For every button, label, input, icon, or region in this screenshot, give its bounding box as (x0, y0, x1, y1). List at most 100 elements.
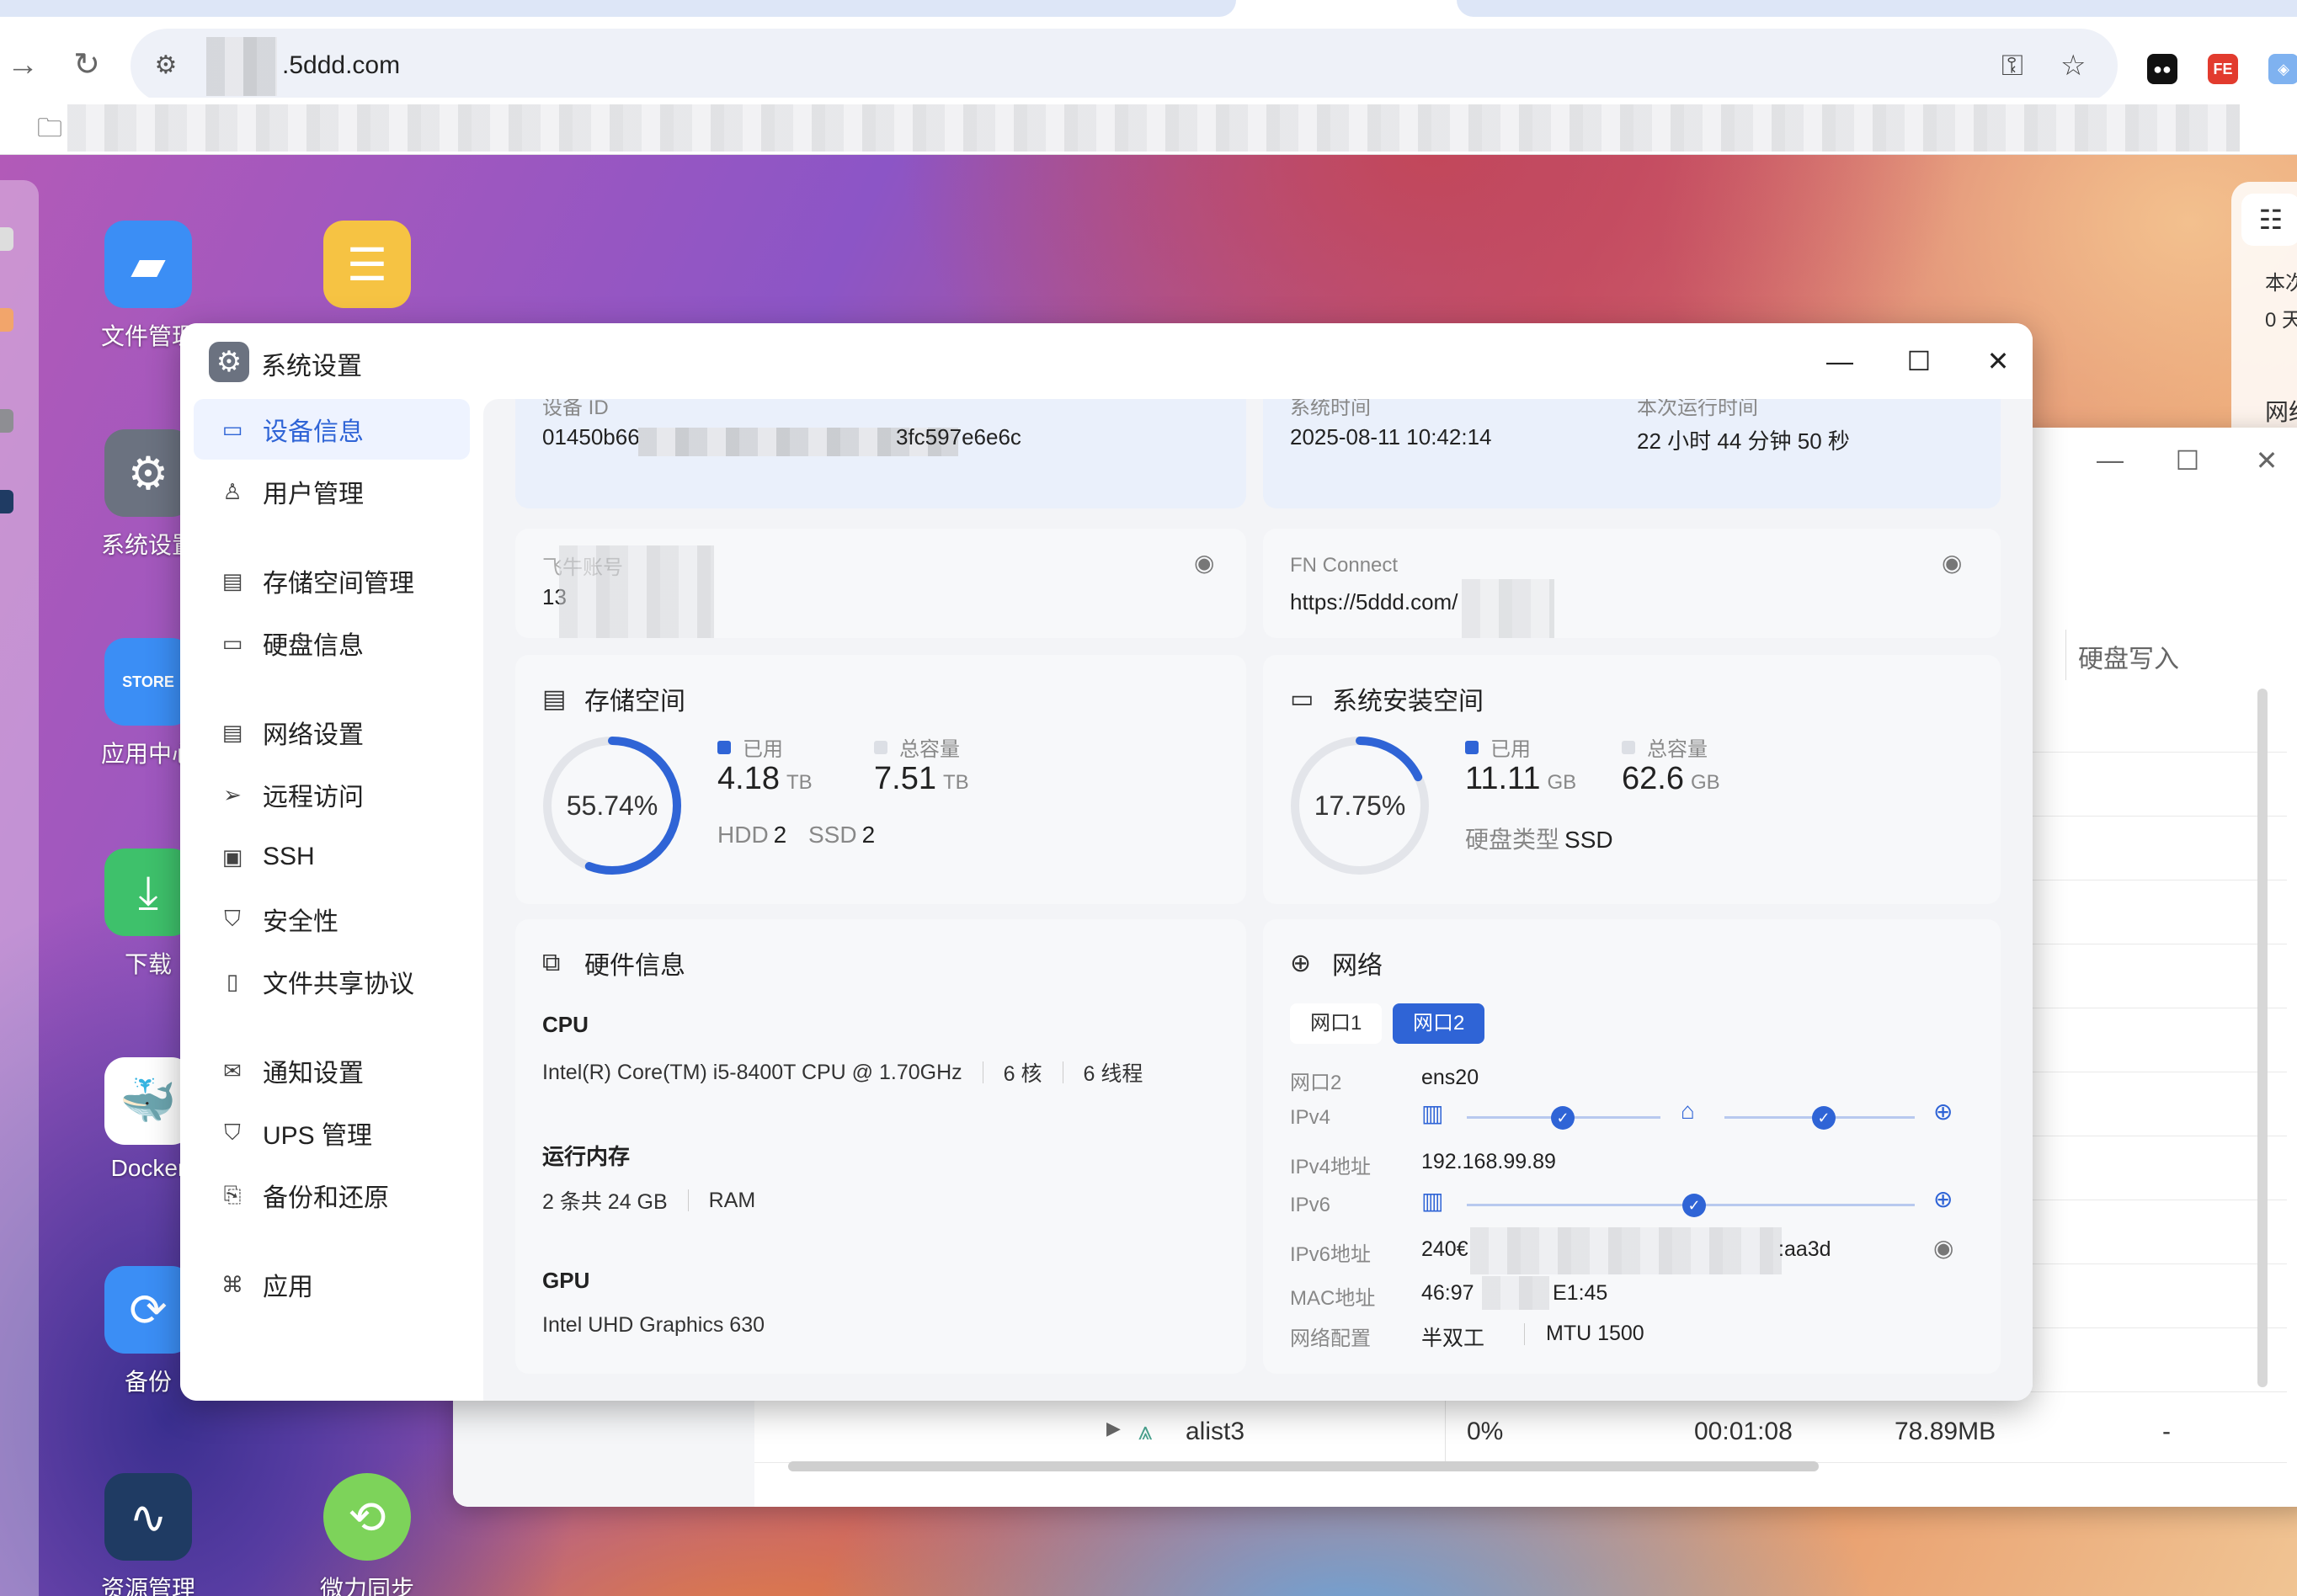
system-space-card: ▭ 系统安装空间 17.75% 已用 总容量 11.11 GB 62.6 GB 硬盘类… (1263, 655, 2001, 904)
minimize-button[interactable]: — (2093, 444, 2127, 476)
sidebar-item-label: 存储空间管理 (263, 570, 414, 598)
uptime-label: 本次运行时间 (1637, 399, 1758, 419)
disk-type-value: SSD (1564, 827, 1613, 853)
folder-icon[interactable]: 🗀 (37, 109, 62, 152)
extension-icon[interactable]: ●● (2147, 54, 2177, 84)
key-icon[interactable]: ⚿ (2001, 47, 2023, 84)
apps-grid-icon: ⌘ (221, 1271, 243, 1297)
sidebar-item-label: UPS 管理 (263, 1122, 373, 1150)
sidebar-item-notifications[interactable]: ✉ 通知设置 (194, 1040, 470, 1101)
total-value: 7.51 TB (874, 761, 969, 797)
close-button[interactable]: ✕ (1977, 340, 2019, 382)
system-time-label: 系统时间 (1290, 399, 1371, 419)
network-title: ⊕ 网络 (1290, 944, 1383, 982)
widget-settings-icon[interactable]: ☷ (2241, 194, 2297, 246)
ipv6-address-label: IPv6地址 (1290, 1243, 1372, 1266)
storage-percent: 55.74% (566, 790, 658, 821)
uptime-value: 22 小时 44 分钟 50 秒 (1637, 428, 1850, 454)
sidebar-item-label: 用户管理 (263, 481, 364, 508)
sidebar-item-file-sharing[interactable]: ▯ 文件共享协议 (194, 951, 470, 1012)
terminal-icon: ▣ (221, 843, 243, 870)
eye-icon[interactable]: ◉ (1194, 549, 1214, 577)
eye-icon[interactable]: ◉ (1933, 1234, 1953, 1262)
sidebar-item-label: 安全性 (263, 908, 338, 936)
monitor-icon: ∿ (104, 1473, 192, 1561)
dock-item[interactable] (0, 409, 13, 433)
maximize-button[interactable]: ☐ (1898, 340, 1940, 382)
forward-icon[interactable]: → (2, 44, 44, 86)
disk-icon: ▭ (1290, 684, 1314, 713)
star-icon[interactable]: ☆ (2060, 47, 2086, 84)
sidebar-item-network[interactable]: ▤ 网络设置 (194, 702, 470, 763)
app-notes[interactable]: ☰ (291, 221, 443, 308)
browser-tab[interactable] (1457, 0, 2297, 17)
tab-port2[interactable]: 网口2 (1393, 1003, 1485, 1044)
sidebar-item-remote[interactable]: ➢ 远程访问 (194, 764, 470, 825)
extension-icon[interactable]: ◈ (2268, 54, 2297, 84)
ipv4-address-value: 192.168.99.89 (1421, 1150, 1556, 1173)
download-icon: ⤓ (104, 849, 192, 936)
folder-icon: ▰ (104, 221, 192, 308)
time-cell: 00:01:08 (1694, 1418, 1793, 1445)
ram-label: 运行内存 (542, 1144, 631, 1169)
app-verysync[interactable]: ⟲ 微力同步 (291, 1473, 443, 1596)
sidebar-item-ups[interactable]: ⛉ UPS 管理 (194, 1103, 470, 1163)
site-settings-icon[interactable]: ⚙ (149, 49, 183, 82)
sidebar-item-disks[interactable]: ▭ 硬盘信息 (194, 613, 470, 673)
document-icon: ▯ (226, 968, 239, 994)
cpu-model: Intel(R) Core(TM) i5-8400T CPU @ 1.70GHz (542, 1060, 962, 1084)
horizontal-scrollbar[interactable] (788, 1461, 1819, 1471)
dock-item[interactable] (0, 308, 13, 332)
expand-icon[interactable]: ▶ (1106, 1418, 1121, 1439)
system-time-value: 2025-08-11 10:42:14 (1290, 424, 1492, 450)
hdd-number: 2 (773, 822, 787, 848)
gpu-value: Intel UHD Graphics 630 (542, 1313, 765, 1337)
nic-icon: ▥ (1421, 1100, 1444, 1126)
sidebar-item-label: 文件共享协议 (263, 971, 414, 998)
extension-fe-icon[interactable]: FE (2208, 54, 2238, 84)
reload-icon[interactable]: ↻ (66, 44, 108, 86)
eye-icon[interactable]: ◉ (1942, 549, 1962, 577)
hdd-count: HDD 2 (717, 822, 786, 849)
sidebar-item-ssh[interactable]: ▣ SSH (194, 827, 470, 887)
address-bar[interactable]: ⚙ .5ddd.com ⚿ ☆ (131, 29, 2118, 103)
column-header-disk-write[interactable]: 硬盘写入 (2078, 638, 2179, 675)
app-resource-monitor[interactable]: ∿ 资源管理 (72, 1473, 224, 1596)
mac-prefix: 46:97 (1421, 1281, 1474, 1305)
gear-icon: ⚙ (209, 342, 249, 382)
sidebar-item-apps[interactable]: ⌘ 应用 (194, 1254, 470, 1315)
sidebar-item-users[interactable]: ♙ 用户管理 (194, 461, 470, 522)
sidebar-item-backup[interactable]: ⎘ 备份和还原 (194, 1165, 470, 1226)
dock-item[interactable] (0, 490, 13, 513)
network-card: ⊕ 网络 网口1 网口2 网口2 ens20 IPv4 ▥ ✓ ⌂ ✓ ⊕ IPv… (1263, 919, 2001, 1374)
tab-port1[interactable]: 网口1 (1290, 1003, 1383, 1044)
redacted-bookmarks (67, 104, 2240, 152)
sidebar-item-security[interactable]: ⛉ 安全性 (194, 889, 470, 950)
dock-item[interactable] (0, 227, 13, 251)
ram-type: RAM (708, 1188, 756, 1212)
hardware-card: ⧉ 硬件信息 CPU Intel(R) Core(TM) i5-8400T CPU… (515, 919, 1246, 1374)
gpu-label: GPU (542, 1268, 590, 1293)
memory-cell: 78.89MB (1895, 1418, 1996, 1445)
used-unit: GB (1547, 771, 1577, 794)
ipv6-address-suffix: :aa3d (1778, 1237, 1831, 1261)
fn-connect-value: https://5ddd.com/ (1290, 589, 1458, 614)
sidebar-item-device-info[interactable]: ▭ 设备信息 (194, 399, 470, 460)
redacted-url-part (206, 37, 277, 96)
browser-tab[interactable] (0, 0, 1236, 17)
system-percent: 17.75% (1314, 790, 1406, 821)
minimize-button[interactable]: — (1819, 340, 1861, 382)
maximize-button[interactable]: ☐ (2171, 444, 2204, 476)
vertical-scrollbar[interactable] (2257, 689, 2268, 1387)
close-button[interactable]: ✕ (2250, 444, 2284, 476)
ssd-number: 2 (861, 822, 876, 848)
window-titlebar[interactable]: ⚙ 系统设置 — ☐ ✕ (180, 323, 2033, 399)
cpu-cell: 0% (1467, 1418, 1504, 1445)
user-icon: ♙ (222, 478, 242, 504)
verysync-icon: ⟲ (323, 1473, 411, 1561)
table-row-alist3[interactable]: ▶ ⩓ alist3 0% 00:01:08 78.89MB - - (754, 1399, 2287, 1463)
mtu-value: MTU 1500 (1546, 1322, 1644, 1345)
sidebar-item-storage[interactable]: ▤ 存储空间管理 (194, 551, 470, 611)
disk-type: 硬盘类型 SSD (1465, 822, 1613, 855)
storage-card: ▤ 存储空间 55.74% 已用 总容量 4.18 TB 7.51 TB HDD 2 S… (515, 655, 1246, 904)
